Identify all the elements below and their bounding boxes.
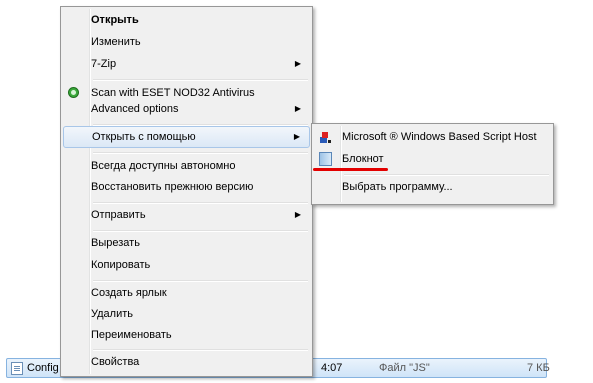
menu-item-label: Изменить bbox=[91, 36, 141, 48]
submenu-item-label: Microsoft ® Windows Based Script Host bbox=[342, 131, 537, 143]
submenu-item-choose-program[interactable]: Выбрать программу... bbox=[314, 177, 551, 199]
menu-item-label: Копировать bbox=[91, 259, 151, 271]
menu-item-rename[interactable]: Переименовать bbox=[63, 325, 310, 347]
menu-item-label: Удалить bbox=[91, 308, 133, 320]
submenu-arrow-icon: ▶ bbox=[293, 132, 300, 141]
menu-separator bbox=[93, 280, 308, 282]
eset-icon bbox=[68, 87, 79, 98]
submenu-item-label: Блокнот bbox=[342, 153, 384, 165]
menu-item-edit[interactable]: Изменить bbox=[63, 32, 310, 54]
menu-item-label: Всегда доступны автономно bbox=[91, 160, 236, 172]
context-menu: Открыть Изменить 7-Zip ▶ Scan with ESET … bbox=[60, 6, 313, 377]
menu-item-copy[interactable]: Копировать bbox=[63, 255, 310, 277]
menu-item-delete[interactable]: Удалить bbox=[63, 304, 310, 326]
submenu-item-label: Выбрать программу... bbox=[342, 181, 453, 193]
open-with-submenu: Microsoft ® Windows Based Script Host Бл… bbox=[311, 123, 554, 205]
submenu-arrow-icon: ▶ bbox=[294, 210, 301, 219]
submenu-arrow-icon: ▶ bbox=[294, 59, 301, 68]
menu-item-label: Восстановить прежнюю версию bbox=[91, 181, 254, 193]
menu-item-7zip[interactable]: 7-Zip ▶ bbox=[63, 54, 310, 76]
menu-item-create-shortcut[interactable]: Создать ярлык bbox=[63, 283, 310, 305]
menu-item-label: 7-Zip bbox=[91, 58, 117, 70]
menu-separator bbox=[93, 79, 308, 81]
file-type: Файл "JS" bbox=[379, 362, 430, 374]
menu-item-label: Scan with ESET NOD32 Antivirus bbox=[91, 87, 255, 99]
js-file-icon bbox=[11, 362, 23, 375]
menu-item-label: Вырезать bbox=[91, 237, 140, 249]
menu-item-open-with[interactable]: Открыть с помощью ▶ bbox=[63, 126, 310, 148]
submenu-arrow-icon: ▶ bbox=[294, 104, 301, 113]
annotation-underline bbox=[313, 168, 388, 171]
menu-item-label: Отправить bbox=[91, 209, 146, 221]
file-size: 7 КБ bbox=[527, 362, 550, 374]
menu-separator bbox=[344, 174, 549, 176]
menu-item-always-offline[interactable]: Всегда доступны автономно bbox=[63, 156, 310, 178]
script-host-icon bbox=[320, 131, 332, 143]
menu-separator bbox=[93, 230, 308, 232]
menu-item-label: Создать ярлык bbox=[91, 287, 167, 299]
menu-item-open[interactable]: Открыть bbox=[63, 10, 310, 32]
menu-separator bbox=[93, 202, 308, 204]
menu-item-label: Переименовать bbox=[91, 329, 172, 341]
menu-item-cut[interactable]: Вырезать bbox=[63, 233, 310, 255]
file-name: Config bbox=[27, 362, 59, 374]
menu-item-restore-version[interactable]: Восстановить прежнюю версию bbox=[63, 177, 310, 199]
menu-item-send-to[interactable]: Отправить ▶ bbox=[63, 205, 310, 227]
menu-item-properties[interactable]: Свойства bbox=[63, 352, 310, 374]
menu-item-advanced-options[interactable]: Advanced options ▶ bbox=[63, 99, 310, 121]
submenu-item-script-host[interactable]: Microsoft ® Windows Based Script Host bbox=[314, 127, 551, 149]
menu-item-label: Свойства bbox=[91, 356, 140, 368]
menu-item-label: Advanced options bbox=[91, 103, 179, 115]
menu-item-label: Открыть с помощью bbox=[92, 131, 196, 143]
file-time: 4:07 bbox=[321, 362, 343, 374]
menu-item-label: Открыть bbox=[91, 14, 139, 26]
menu-separator bbox=[93, 349, 308, 351]
menu-separator bbox=[93, 152, 308, 154]
notepad-icon bbox=[319, 152, 332, 166]
